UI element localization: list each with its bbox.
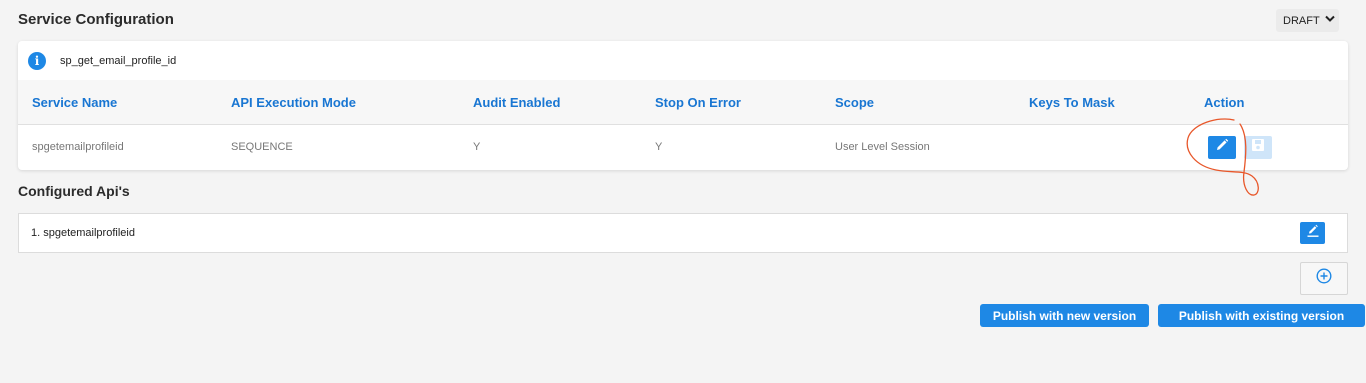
col-scope: Scope [835, 95, 875, 110]
api-list: 1. spgetemailprofileid [18, 213, 1348, 253]
page-title: Service Configuration [18, 11, 174, 28]
cell-audit-enabled: Y [473, 141, 481, 153]
save-icon [1251, 138, 1265, 157]
cell-scope: User Level Session [835, 141, 930, 153]
col-audit-enabled: Audit Enabled [473, 95, 561, 110]
status-value: DRAFT [1283, 14, 1320, 27]
service-config-card: i sp_get_email_profile_id Service Name A… [18, 41, 1348, 170]
edit-button[interactable] [1208, 136, 1236, 159]
col-action: Action [1204, 95, 1245, 110]
col-api-execution-mode: API Execution Mode [231, 95, 356, 110]
edit-icon [1306, 224, 1320, 243]
chevron-down-icon [1324, 15, 1335, 26]
cell-execution-mode: SEQUENCE [231, 141, 293, 153]
col-service-name: Service Name [32, 95, 118, 110]
list-item: 1. spgetemailprofileid [31, 227, 135, 239]
table-row: spgetemailprofileid SEQUENCE Y Y User Le… [18, 125, 1348, 170]
plus-circle-icon [1316, 268, 1332, 289]
save-button[interactable] [1244, 136, 1272, 159]
col-keys-to-mask: Keys To Mask [1029, 95, 1115, 110]
info-icon: i [28, 51, 46, 70]
cell-stop-on-error: Y [655, 141, 663, 153]
info-row: i sp_get_email_profile_id [18, 41, 1348, 80]
publish-new-version-button[interactable]: Publish with new version [980, 304, 1149, 327]
configured-apis-title: Configured Api's [18, 183, 130, 199]
add-api-button[interactable] [1300, 262, 1348, 295]
status-dropdown[interactable]: DRAFT [1276, 9, 1339, 32]
table-header: Service Name API Execution Mode Audit En… [18, 80, 1348, 125]
col-stop-on-error: Stop On Error [655, 95, 741, 110]
pencil-icon [1215, 138, 1229, 157]
publish-existing-version-button[interactable]: Publish with existing version [1158, 304, 1365, 327]
cell-service-name: spgetemailprofileid [32, 141, 124, 153]
service-id: sp_get_email_profile_id [60, 54, 177, 67]
api-edit-button[interactable] [1300, 222, 1325, 244]
